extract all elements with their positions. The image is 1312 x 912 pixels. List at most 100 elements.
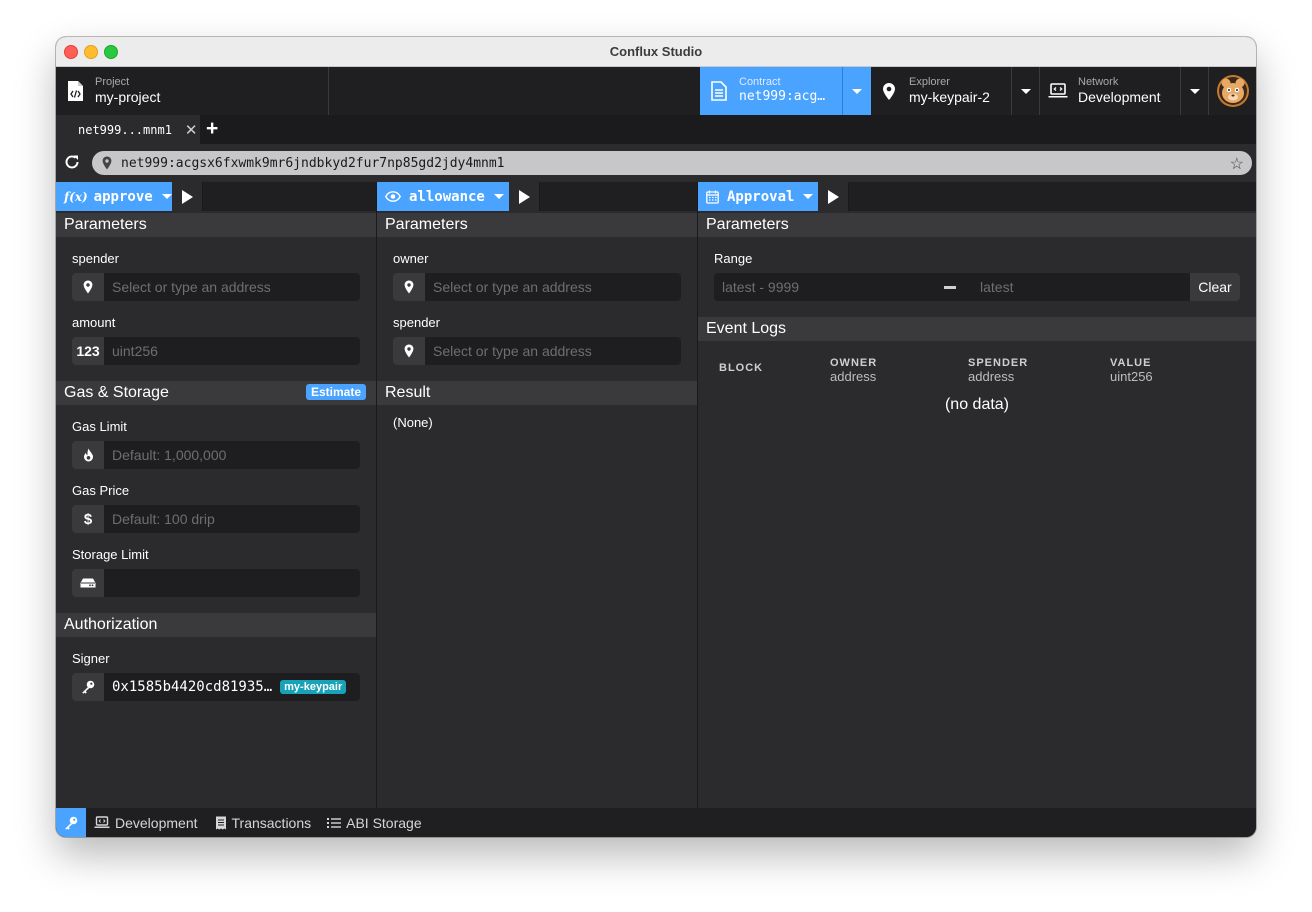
user-avatar-button[interactable] xyxy=(1209,67,1256,115)
project-selector[interactable]: Project my-project xyxy=(56,67,328,115)
minimize-window-button[interactable] xyxy=(84,45,98,59)
play-icon xyxy=(181,189,193,204)
gas-storage-title: Gas & Storage xyxy=(64,384,169,401)
column-type: uint256 xyxy=(1110,369,1153,384)
spender-placeholder: Select or type an address xyxy=(112,279,271,295)
hard-drive-icon xyxy=(72,569,104,597)
close-tab-icon[interactable]: ✕ xyxy=(185,121,198,139)
network-label: Network xyxy=(1078,76,1119,88)
view-execute-button[interactable] xyxy=(509,182,540,211)
address-field[interactable]: net999:acgsx6fxwmk9mr6jndbkyd2fur7np85gd… xyxy=(92,151,1252,175)
column-value: VALUE uint256 xyxy=(1110,357,1153,384)
file-code-icon xyxy=(67,80,84,102)
map-pin-icon xyxy=(393,273,425,301)
explorer-label: Explorer xyxy=(909,76,950,88)
view-spender-input[interactable]: Select or type an address xyxy=(393,337,681,365)
result-value: (None) xyxy=(393,415,433,430)
calendar-icon xyxy=(706,190,719,204)
event-logs-header: Event Logs xyxy=(698,317,1256,341)
laptop-icon xyxy=(94,816,110,829)
view-function-selector[interactable]: allowance xyxy=(377,182,509,211)
clear-button[interactable]: Clear xyxy=(1190,273,1240,301)
event-selector[interactable]: Approval xyxy=(698,182,818,211)
function-name: approve xyxy=(93,188,153,205)
close-window-button[interactable] xyxy=(64,45,78,59)
range-to-input[interactable]: latest xyxy=(972,279,1186,295)
event-toolbar: Approval xyxy=(698,182,1256,211)
laptop-code-icon xyxy=(1048,83,1068,99)
amount-placeholder: uint256 xyxy=(112,343,158,359)
title-bar: Conflux Studio xyxy=(56,37,1256,67)
event-query-button[interactable] xyxy=(818,182,849,211)
footer-transactions-button[interactable]: Transactions xyxy=(215,815,311,831)
avatar xyxy=(1216,75,1249,107)
spender-input[interactable]: Select or type an address xyxy=(72,273,360,301)
status-bar: Development Transactions ABI Storage xyxy=(56,808,1256,837)
chevron-down-icon xyxy=(852,88,862,94)
footer-development-label: Development xyxy=(115,814,198,831)
document-icon xyxy=(711,81,727,101)
column-name: SPENDER xyxy=(968,357,1029,369)
network-selector[interactable]: Network Development xyxy=(1040,67,1180,115)
key-icon xyxy=(72,673,104,701)
footer-development-button[interactable]: Development xyxy=(94,815,198,831)
range-separator xyxy=(944,285,956,289)
flame-icon xyxy=(72,441,104,469)
range-from-input[interactable]: latest - 9999 xyxy=(714,279,936,295)
network-dropdown-button[interactable] xyxy=(1180,67,1209,115)
network-value: Development xyxy=(1078,89,1161,105)
gas-limit-placeholder: Default: 1,000,000 xyxy=(112,447,227,463)
spender-label: spender xyxy=(72,251,119,266)
chevron-down-icon xyxy=(161,194,172,199)
storage-limit-input[interactable] xyxy=(72,569,360,597)
view-parameters-header: Parameters xyxy=(377,213,697,237)
owner-label: owner xyxy=(393,251,429,266)
eye-icon xyxy=(385,191,401,202)
address-bar: net999:acgsx6fxwmk9mr6jndbkyd2fur7np85gd… xyxy=(56,144,1256,183)
header: Project my-project Contract net999:acg… … xyxy=(56,67,1256,115)
function-selector[interactable]: f(x) approve xyxy=(56,182,172,211)
list-icon xyxy=(327,817,342,829)
number-icon: 123 xyxy=(72,337,104,365)
parameters-header: Parameters xyxy=(56,213,376,237)
view-function-name: allowance xyxy=(409,188,485,205)
keypair-manager-button[interactable] xyxy=(56,808,86,837)
star-icon[interactable]: ☆ xyxy=(1230,154,1244,174)
column-name: VALUE xyxy=(1110,357,1152,369)
signer-select[interactable]: 0x1585b4420cd81935… my-keypair xyxy=(72,673,360,701)
chevron-down-icon xyxy=(803,194,814,199)
view-spender-placeholder: Select or type an address xyxy=(433,343,592,359)
play-icon xyxy=(518,189,530,204)
tabs-bar: net999...mnm1 ✕ + xyxy=(56,115,1256,144)
map-pin-icon xyxy=(72,273,104,301)
contract-dropdown-button[interactable] xyxy=(842,67,871,115)
new-tab-button[interactable]: + xyxy=(206,118,218,140)
gas-limit-input[interactable]: Default: 1,000,000 xyxy=(72,441,360,469)
invoke-toolbar: f(x) approve xyxy=(56,182,376,211)
column-type: address xyxy=(968,369,1015,384)
explorer-value: my-keypair-2 xyxy=(909,89,990,105)
chevron-down-icon xyxy=(1021,88,1031,94)
gas-limit-label: Gas Limit xyxy=(72,419,127,434)
gas-price-input[interactable]: $ Default: 100 drip xyxy=(72,505,360,533)
owner-input[interactable]: Select or type an address xyxy=(393,273,681,301)
view-toolbar: allowance xyxy=(377,182,697,211)
chevron-down-icon xyxy=(1190,88,1200,94)
owner-placeholder: Select or type an address xyxy=(433,279,592,295)
estimate-button[interactable]: Estimate xyxy=(306,384,367,400)
authorization-header: Authorization xyxy=(56,613,376,637)
contract-selector[interactable]: Contract net999:acg… xyxy=(700,67,842,115)
explorer-dropdown-button[interactable] xyxy=(1011,67,1040,115)
footer-abi-storage-button[interactable]: ABI Storage xyxy=(327,815,422,831)
event-logs-table-header: BLOCK OWNER address SPENDER address VALU… xyxy=(698,357,1256,389)
amount-label: amount xyxy=(72,315,116,330)
column-name: BLOCK xyxy=(719,362,764,374)
refresh-icon[interactable] xyxy=(64,154,80,170)
project-label: Project xyxy=(95,76,130,88)
explorer-selector[interactable]: Explorer my-keypair-2 xyxy=(870,67,1011,115)
tab-contract[interactable]: net999...mnm1 ✕ xyxy=(56,115,200,144)
range-label: Range xyxy=(714,251,753,266)
amount-input[interactable]: 123 uint256 xyxy=(72,337,360,365)
zoom-window-button[interactable] xyxy=(104,45,118,59)
execute-button[interactable] xyxy=(172,182,203,211)
